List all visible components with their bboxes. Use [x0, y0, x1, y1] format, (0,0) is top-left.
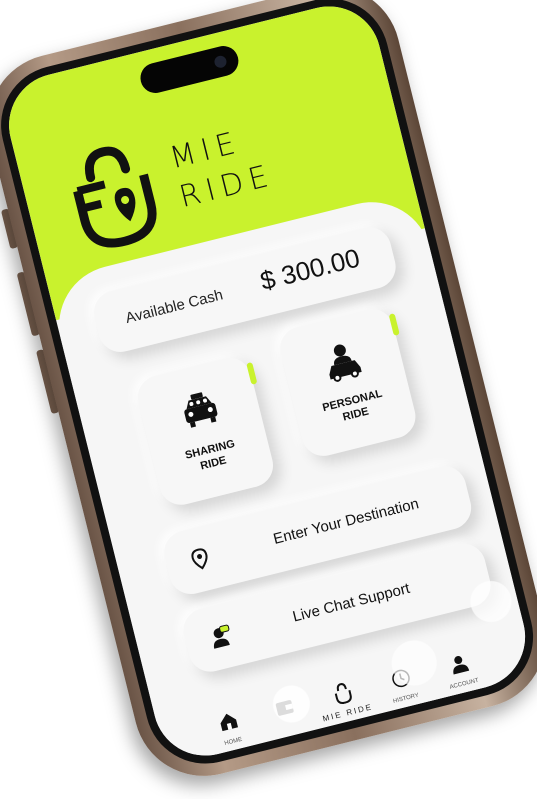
history-icon	[392, 669, 410, 688]
brand-logo-icon	[334, 683, 352, 704]
camera-icon	[213, 54, 228, 70]
sharing-ride-label: SHARING RIDE	[152, 429, 271, 484]
nav-wallet-label	[260, 718, 318, 733]
phone-mockup: MIE RIDE Available Cash $ 300.00 SHARING…	[0, 0, 537, 794]
location-pin-icon	[191, 548, 208, 570]
destination-label: Enter Your Destination	[271, 495, 421, 548]
home-icon	[220, 713, 239, 732]
account-icon	[453, 656, 470, 675]
app-screen: MIE RIDE Available Cash $ 300.00 SHARING…	[0, 0, 537, 767]
driver-car-icon	[329, 344, 362, 382]
cash-label: Available Cash	[123, 286, 225, 328]
chat-label: Live Chat Support	[290, 579, 412, 626]
support-agent-icon	[213, 624, 230, 649]
cash-amount: $ 300.00	[257, 242, 363, 297]
wallet-icon	[275, 700, 294, 716]
personal-ride-label: PERSONAL RIDE	[294, 380, 413, 435]
taxi-icon	[184, 392, 218, 428]
